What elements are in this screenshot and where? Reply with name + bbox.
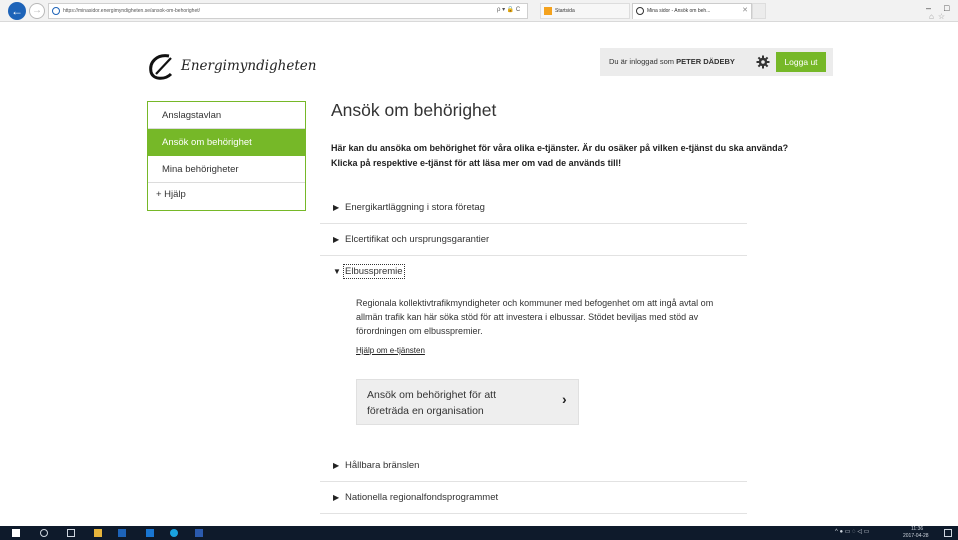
clock-time[interactable]: 11:36 bbox=[911, 526, 923, 533]
tab-label: Startsida bbox=[555, 8, 575, 14]
start-icon[interactable] bbox=[12, 529, 20, 537]
logo-text: Energimyndigheten bbox=[181, 58, 317, 74]
sidebar-item-mina-behorigheter[interactable]: Mina behörigheter bbox=[148, 156, 305, 183]
service-label[interactable]: Hållbara bränslen bbox=[345, 460, 419, 471]
back-button[interactable]: ← bbox=[8, 2, 26, 20]
close-tab-icon[interactable]: ✕ bbox=[742, 4, 748, 18]
service-label[interactable]: Energikartläggning i stora företag bbox=[345, 202, 485, 213]
task-view-icon[interactable] bbox=[67, 529, 75, 537]
service-row-nationella-regionalfonds[interactable]: ▶ Nationella regionalfondsprogrammet bbox=[320, 482, 747, 514]
new-tab-button[interactable] bbox=[752, 3, 766, 19]
expand-arrow-icon: ▶ bbox=[333, 493, 340, 502]
outlook-icon[interactable] bbox=[146, 529, 154, 537]
apply-button-label: Ansök om behörighet för att företräda en… bbox=[367, 389, 496, 417]
tab-label: Mina sidor - Ansök om beh... bbox=[647, 8, 711, 14]
service-row-hallbara-branslen[interactable]: ▶ Hållbara bränslen bbox=[320, 450, 747, 482]
forward-button[interactable]: → bbox=[29, 3, 45, 19]
word-icon[interactable] bbox=[195, 529, 203, 537]
intro-text: Här kan du ansöka om behörighet för våra… bbox=[331, 143, 789, 168]
sidebar-nav: Anslagstavlan Ansök om behörighet Mina b… bbox=[147, 101, 306, 211]
elbusspremie-details: Regionala kollektivtrafikmyndigheter och… bbox=[356, 296, 736, 358]
file-explorer-icon[interactable] bbox=[94, 529, 102, 537]
home-star-icons[interactable]: ⌂☆ bbox=[929, 12, 949, 21]
energimyndigheten-favicon-icon bbox=[636, 7, 644, 15]
service-row-elbusspremie[interactable]: ▼ Elbusspremie bbox=[320, 256, 747, 288]
service-row-energikartlaggning[interactable]: ▶ Energikartläggning i stora företag bbox=[320, 192, 747, 224]
internet-explorer-icon[interactable] bbox=[118, 529, 126, 537]
service-label[interactable]: Elcertifikat och ursprungsgarantier bbox=[345, 234, 489, 245]
address-bar[interactable]: https://minasidor.energimyndigheten.se/a… bbox=[48, 3, 528, 19]
sidebar-item-hjalp[interactable]: + Hjälp bbox=[148, 183, 305, 210]
windows-taskbar: ^ ● ▭ ◌ ◁ ▭ 11:36 2017-04-28 bbox=[0, 526, 958, 540]
tab-startsida[interactable]: Startsida bbox=[540, 3, 630, 19]
service-row-elcertifikat[interactable]: ▶ Elcertifikat och ursprungsgarantier bbox=[320, 224, 747, 256]
login-status-box: Du är inloggad som PETER DÄDEBY Logga ut bbox=[600, 48, 833, 76]
browser-chrome: ← → https://minasidor.energimyndigheten.… bbox=[0, 0, 958, 22]
search-icon[interactable] bbox=[40, 529, 48, 537]
collapse-arrow-icon: ▼ bbox=[333, 267, 341, 276]
login-status-text: Du är inloggad som PETER DÄDEBY bbox=[609, 57, 735, 66]
ie-icon bbox=[52, 7, 60, 15]
logo-swoosh-icon bbox=[149, 54, 173, 80]
logout-button[interactable]: Logga ut bbox=[776, 52, 826, 72]
expand-arrow-icon: ▶ bbox=[333, 203, 340, 212]
sidebar-item-ansok-om-behorighet[interactable]: Ansök om behörighet bbox=[148, 129, 305, 156]
energimyndigheten-logo[interactable]: Energimyndigheten bbox=[147, 52, 317, 82]
tab-mina-sidor[interactable]: Mina sidor - Ansök om beh... ✕ bbox=[632, 3, 752, 19]
sidebar-item-anslagstavlan[interactable]: Anslagstavlan bbox=[148, 102, 305, 129]
clock-date[interactable]: 2017-04-28 bbox=[903, 533, 929, 540]
user-name: PETER DÄDEBY bbox=[676, 57, 735, 66]
service-label[interactable]: Nationella regionalfondsprogrammet bbox=[345, 492, 498, 503]
divider-row bbox=[320, 419, 747, 451]
notifications-icon[interactable] bbox=[944, 529, 952, 537]
expand-arrow-icon: ▶ bbox=[333, 235, 340, 244]
page-title: Ansök om behörighet bbox=[331, 100, 497, 120]
system-tray-icons[interactable]: ^ ● ▭ ◌ ◁ ▭ bbox=[835, 529, 869, 536]
address-tools[interactable]: ρ ▾ 🔒 C bbox=[497, 3, 520, 17]
gear-icon[interactable] bbox=[756, 55, 770, 69]
help-link[interactable]: Hjälp om e-tjänsten bbox=[356, 346, 425, 355]
chevron-right-icon: › bbox=[562, 391, 567, 407]
login-prefix: Du är inloggad som bbox=[609, 57, 675, 66]
skype-icon[interactable] bbox=[170, 529, 178, 537]
service-description: Regionala kollektivtrafikmyndigheter och… bbox=[356, 298, 714, 336]
service-label[interactable]: Elbusspremie bbox=[343, 264, 405, 279]
expand-arrow-icon: ▶ bbox=[333, 461, 340, 470]
home-favicon-icon bbox=[544, 7, 552, 15]
address-url: https://minasidor.energimyndigheten.se/a… bbox=[63, 8, 201, 14]
